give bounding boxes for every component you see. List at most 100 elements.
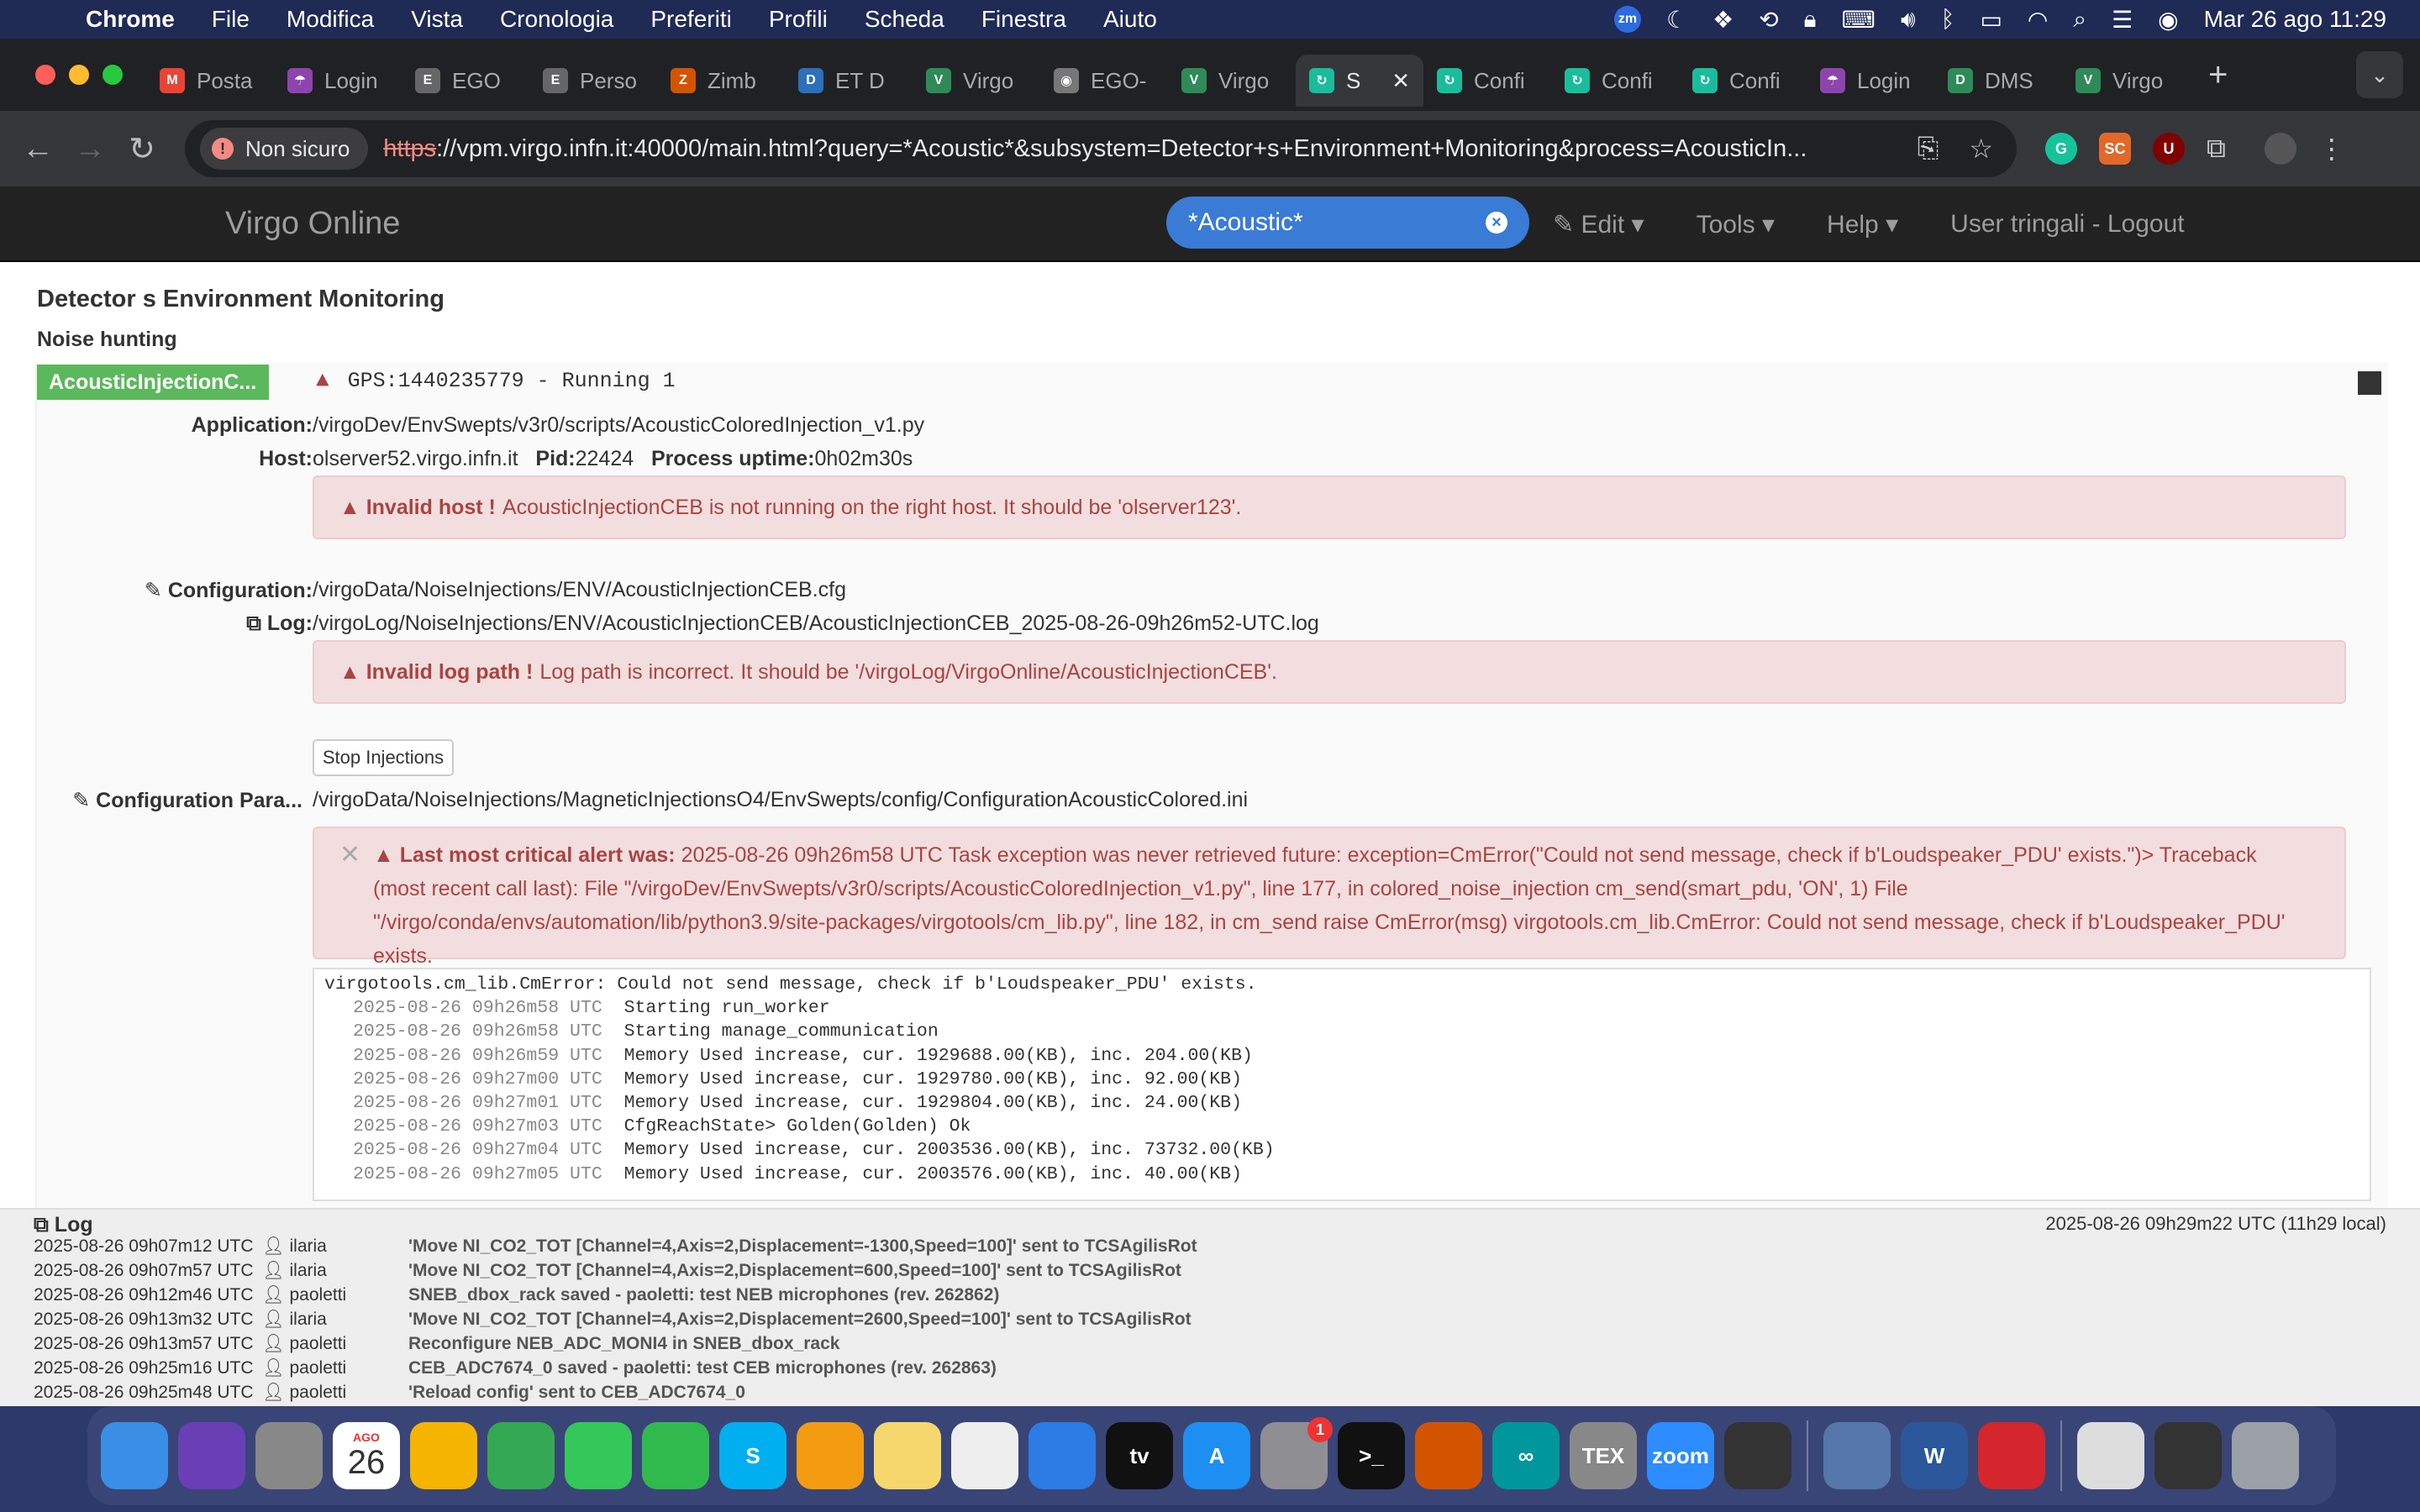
user-logout-link[interactable]: User tringali - Logout	[1950, 210, 2184, 239]
process-name-badge[interactable]: AcousticInjectionC...	[37, 365, 269, 400]
chrome-menu-icon[interactable]: ⋮	[2318, 133, 2345, 165]
grammarly-icon[interactable]: G	[2045, 133, 2077, 165]
tex-icon[interactable]: TEX	[1570, 1422, 1637, 1489]
notes-icon[interactable]	[874, 1422, 941, 1489]
trash-icon[interactable]	[2232, 1422, 2299, 1489]
tab[interactable]: E EGO	[402, 55, 529, 107]
tab[interactable]: V Virgo	[2062, 55, 2190, 107]
settings-icon[interactable]: 1	[1260, 1417, 1333, 1489]
ublock-icon[interactable]: U	[2153, 133, 2185, 165]
menu-item[interactable]: Finestra	[963, 6, 1085, 33]
word-icon[interactable]: W	[1901, 1422, 1968, 1489]
dropbox-icon[interactable]: ❖	[1712, 6, 1733, 34]
extensions-puzzle-icon[interactable]: ⧉	[2207, 133, 2226, 165]
translate-icon[interactable]: ⎘	[1918, 133, 1939, 165]
tab[interactable]: ☂ Login	[274, 55, 402, 107]
minimize-window-button[interactable]	[69, 65, 89, 85]
arduino-icon[interactable]: ∞	[1492, 1422, 1560, 1489]
tab[interactable]: Z Zimb	[657, 55, 785, 107]
menu-app[interactable]: Chrome	[67, 6, 193, 33]
tab[interactable]: E Perso	[529, 55, 657, 107]
menu-item[interactable]: File	[193, 6, 268, 33]
close-tab-icon[interactable]: ✕	[1392, 68, 1410, 94]
moon-icon[interactable]: ☾	[1666, 6, 1687, 34]
apple-tv-icon[interactable]: tv	[1106, 1422, 1173, 1489]
reload-button[interactable]: ↻	[116, 130, 168, 168]
help-menu[interactable]: Help ▾	[1827, 210, 1898, 239]
spotlight-search-icon[interactable]: ⌕	[2073, 6, 2086, 34]
tab[interactable]: ☂ Login	[1807, 55, 1934, 107]
vpn-icon[interactable]	[1823, 1422, 1891, 1489]
volume-icon[interactable]: 🔊︎	[1901, 6, 1916, 34]
zoom-status-icon[interactable]: zm	[1613, 6, 1641, 33]
tab[interactable]: V Virgo	[913, 55, 1040, 107]
tab[interactable]: ◉ EGO-	[1040, 55, 1168, 107]
brand-title[interactable]: Virgo Online	[225, 206, 400, 242]
clear-search-icon[interactable]: ×	[1486, 212, 1507, 234]
tab[interactable]: ↻ Confi	[1551, 55, 1679, 107]
tab[interactable]: D DMS	[1934, 55, 2062, 107]
menu-item[interactable]: Preferiti	[632, 6, 750, 33]
skype-icon[interactable]: S	[719, 1422, 786, 1489]
log-console[interactable]: virgotools.cm_lib.CmError: Could not sen…	[313, 968, 2371, 1201]
url-text[interactable]: https://vpm.virgo.infn.it:40000/main.htm…	[383, 135, 1879, 163]
screen-window-icon[interactable]	[2154, 1422, 2222, 1489]
control-center-icon[interactable]: ☰	[2112, 6, 2133, 34]
tab[interactable]: M Posta	[146, 55, 274, 107]
menu-item[interactable]: Aiuto	[1085, 6, 1176, 33]
back-button[interactable]: ←	[12, 131, 64, 167]
tab[interactable]: D ET D	[785, 55, 913, 107]
preview-docs-icon[interactable]	[2077, 1422, 2144, 1489]
log-label[interactable]: ⧉ Log:	[118, 612, 313, 636]
lock-icon[interactable]: 🔒︎	[1804, 6, 1817, 34]
bookmark-star-icon[interactable]: ☆	[1969, 133, 1993, 165]
tab[interactable]: ↻ Confi	[1423, 55, 1551, 107]
zoom-icon[interactable]: zoom	[1647, 1422, 1714, 1489]
tab[interactable]: ↻ Confi	[1679, 55, 1807, 107]
launchpad-icon[interactable]	[255, 1422, 323, 1489]
battery-icon[interactable]: ▭	[1980, 6, 2002, 34]
log-title[interactable]: ⧉ Log	[34, 1213, 93, 1237]
inkscape-icon[interactable]	[1724, 1422, 1791, 1489]
configuration-label[interactable]: ✎ Configuration:	[118, 578, 313, 603]
photos-icon[interactable]	[410, 1422, 477, 1489]
calendar-icon[interactable]: AGO 26	[333, 1422, 400, 1489]
facetime-icon[interactable]	[642, 1422, 709, 1489]
tab-search-button[interactable]: ⌄	[2356, 51, 2403, 98]
close-window-button[interactable]	[35, 65, 55, 85]
menubar-clock[interactable]: Mar 26 ago 11:29	[2204, 6, 2386, 33]
time-machine-icon[interactable]: ⟲	[1759, 6, 1778, 34]
finder-icon[interactable]	[101, 1422, 168, 1489]
menu-item[interactable]: Cronologia	[481, 6, 632, 33]
search-input[interactable]: *Acoustic* ×	[1166, 197, 1529, 249]
terminal-icon[interactable]: >_	[1338, 1422, 1405, 1489]
address-bar[interactable]: ! Non sicuro https://vpm.virgo.infn.it:4…	[185, 120, 2017, 177]
siri-icon[interactable]: ◉	[2158, 6, 2178, 34]
bluetooth-icon[interactable]: ᛒ	[1941, 6, 1955, 33]
config-param-label[interactable]: ✎ Configuration Para...	[67, 788, 302, 813]
close-icon[interactable]: ✕	[339, 838, 360, 872]
tools-menu[interactable]: Tools ▾	[1697, 210, 1775, 239]
not-secure-chip[interactable]: ! Non sicuro	[200, 128, 369, 170]
matlab-icon[interactable]	[1415, 1422, 1482, 1489]
stop-icon[interactable]	[2358, 371, 2381, 395]
sc-extension-icon[interactable]: SC	[2099, 133, 2131, 165]
edit-menu[interactable]: ✎ Edit ▾	[1553, 210, 1644, 239]
menu-item[interactable]: Profili	[750, 6, 846, 33]
pages-icon[interactable]	[797, 1422, 864, 1489]
menu-item[interactable]: Vista	[392, 6, 481, 33]
menu-item[interactable]: Modifica	[268, 6, 392, 33]
menu-item[interactable]: Scheda	[846, 6, 963, 33]
freeform-icon[interactable]	[951, 1422, 1018, 1489]
keynote-icon[interactable]	[1028, 1422, 1096, 1489]
forward-button[interactable]: →	[64, 131, 116, 167]
chrome-icon[interactable]	[487, 1422, 555, 1489]
siri-icon[interactable]	[178, 1422, 245, 1489]
new-tab-button[interactable]: +	[2190, 56, 2246, 94]
tab[interactable]: V Virgo	[1168, 55, 1296, 107]
app-store-icon[interactable]: A	[1183, 1422, 1250, 1489]
messages-icon[interactable]	[565, 1422, 632, 1489]
keyboard-icon[interactable]: ⌨	[1842, 6, 1876, 34]
wifi-icon[interactable]: ◠	[2028, 6, 2048, 34]
zoom-window-button[interactable]	[103, 65, 123, 85]
